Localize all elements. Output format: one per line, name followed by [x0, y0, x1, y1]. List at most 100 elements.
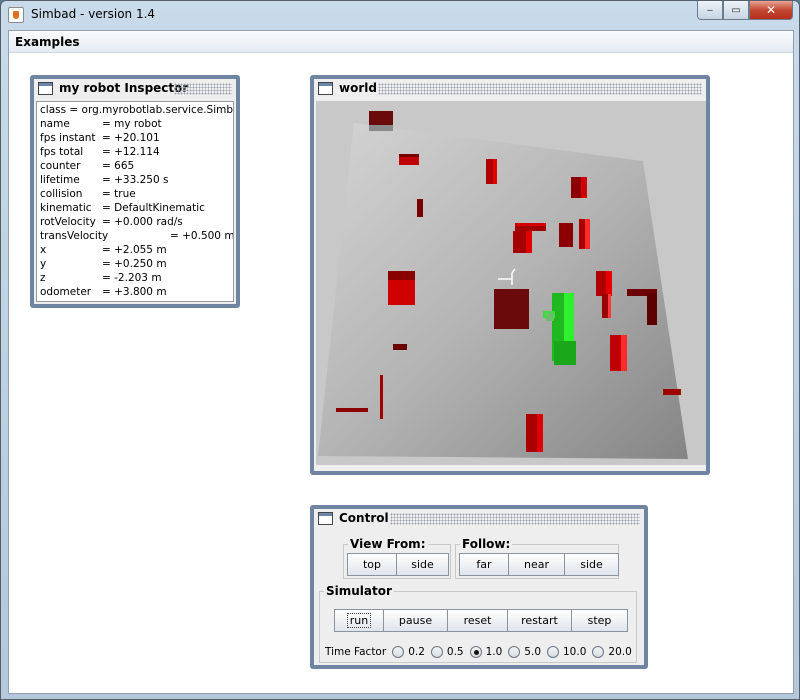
inspector-value: = +0.250 m	[102, 258, 167, 270]
run-label: run	[346, 613, 372, 628]
inspector-row: lifetime = +33.250 s	[40, 173, 230, 187]
inspector-value: = -2.203 m	[102, 272, 162, 284]
radio-icon	[469, 646, 482, 658]
app-client-area: Examples my robot Inspector class = org.…	[8, 30, 794, 694]
time-factor-option-label: 20.0	[608, 646, 632, 658]
inspector-value: = +2.055 m	[102, 244, 167, 256]
world-title: world	[339, 81, 377, 95]
time-factor-radio[interactable]: 0.2	[392, 646, 425, 658]
inspector-table: class = org.myrobotlab.service.Simbad$Mn…	[36, 101, 234, 302]
world-frame: world	[310, 75, 710, 475]
inspector-value: = 665	[102, 160, 135, 172]
time-factor-option-label: 1.0	[485, 646, 503, 658]
inspector-row: transVelocity = +0.500 m/s	[40, 229, 233, 243]
time-factor-radio[interactable]: 5.0	[508, 646, 541, 658]
radio-icon	[547, 646, 559, 658]
inspector-value: = +0.000 rad/s	[102, 216, 183, 228]
inspector-key: counter	[40, 160, 81, 172]
inspector-key: odometer	[40, 286, 92, 298]
inspector-row: counter = 665	[40, 159, 230, 173]
time-factor-radio[interactable]: 20.0	[592, 646, 632, 658]
inspector-row: class = org.myrobotlab.service.Simbad$M	[40, 103, 233, 117]
time-factor-option-label: 10.0	[563, 646, 587, 658]
time-factor-option-label: 0.2	[408, 646, 425, 658]
inspector-frame: my robot Inspector class = org.myrobotla…	[30, 75, 240, 308]
radio-icon	[508, 646, 521, 658]
inspector-row: name = my robot	[40, 117, 230, 131]
close-icon[interactable]: ✕	[749, 1, 793, 20]
follow-label: Follow:	[460, 537, 513, 551]
inspector-titlebar[interactable]: my robot Inspector	[34, 79, 236, 99]
simbad-window: Simbad - version 1.4 ‒ ▭ ✕ Examples my r…	[0, 0, 800, 700]
control-title: Control	[339, 511, 389, 525]
window-titlebar[interactable]: Simbad - version 1.4 ‒ ▭ ✕	[1, 1, 799, 29]
follow-far-button[interactable]: far	[459, 553, 509, 576]
control-frame: Control View From: top side Follow: far …	[310, 505, 648, 669]
inspector-value: = +0.500 m/s	[170, 230, 234, 242]
inspector-key: lifetime	[40, 174, 80, 186]
titlebar-grip	[390, 513, 640, 525]
inspector-key: transVelocity	[40, 230, 109, 242]
inspector-value: = DefaultKinematic	[102, 202, 205, 214]
inspector-row: x = +2.055 m	[40, 243, 230, 257]
inspector-row: kinematic = DefaultKinematic	[40, 201, 230, 215]
follow-group: Follow: far near side	[455, 537, 619, 579]
time-factor-row: Time Factor 0.2 0.5 1.0 5.0 10.0 20.0	[325, 646, 638, 658]
view-from-group: View From: top side	[343, 537, 451, 579]
inspector-value: = true	[102, 188, 136, 200]
frame-window-icon	[318, 512, 333, 525]
frame-window-icon	[38, 82, 53, 95]
inspector-row: collision = true	[40, 187, 230, 201]
inspector-key: y	[40, 258, 47, 270]
world-3d-view[interactable]	[316, 101, 706, 465]
inspector-key: collision	[40, 188, 83, 200]
inspector-row: odometer = +3.800 m	[40, 285, 230, 299]
inspector-key: fps total	[40, 146, 84, 158]
titlebar-grip	[174, 83, 232, 95]
radio-icon	[392, 646, 405, 658]
maximize-icon[interactable]: ▭	[723, 1, 749, 20]
inspector-key: fps instant	[40, 132, 96, 144]
radio-icon	[430, 646, 443, 658]
frame-window-icon	[318, 82, 333, 95]
inspector-row: fps total = +12.114	[40, 145, 230, 159]
view-side-button[interactable]: side	[397, 553, 449, 576]
menu-examples[interactable]: Examples	[15, 35, 80, 49]
control-titlebar[interactable]: Control	[314, 509, 644, 529]
java-app-icon	[8, 7, 24, 23]
view-from-label: View From:	[348, 537, 428, 551]
time-factor-option-label: 0.5	[446, 646, 464, 658]
minimize-icon[interactable]: ‒	[697, 1, 723, 20]
inspector-key: name	[40, 118, 70, 130]
inspector-value: = +20.101	[102, 132, 160, 144]
inspector-key: kinematic	[40, 202, 92, 214]
time-factor-radio[interactable]: 1.0	[469, 646, 503, 658]
reset-button[interactable]: reset	[448, 609, 508, 632]
inspector-value: = +12.114	[102, 146, 160, 158]
view-top-button[interactable]: top	[347, 553, 397, 576]
world-scene	[316, 101, 706, 465]
step-button[interactable]: step	[572, 609, 628, 632]
time-factor-option-label: 5.0	[524, 646, 541, 658]
inspector-key: z	[40, 272, 46, 284]
inspector-key: x	[40, 244, 47, 256]
radio-icon	[592, 646, 605, 658]
inspector-key: rotVelocity	[40, 216, 96, 228]
inspector-title: my robot Inspector	[59, 81, 189, 95]
time-factor-radio[interactable]: 0.5	[430, 646, 464, 658]
inspector-key: class = org.myrobotlab.service.Simbad$M	[40, 104, 234, 116]
follow-side-button[interactable]: side	[565, 553, 619, 576]
inspector-row: fps instant = +20.101	[40, 131, 230, 145]
pause-button[interactable]: pause	[384, 609, 448, 632]
time-factor-label: Time Factor	[325, 646, 387, 658]
world-titlebar[interactable]: world	[314, 79, 706, 99]
menu-bar: Examples	[9, 31, 793, 53]
inspector-row: y = +0.250 m	[40, 257, 230, 271]
inspector-row: z = -2.203 m	[40, 271, 230, 285]
simulator-label: Simulator	[324, 584, 394, 598]
restart-button[interactable]: restart	[508, 609, 572, 632]
inspector-row: rotVelocity = +0.000 rad/s	[40, 215, 230, 229]
follow-near-button[interactable]: near	[509, 553, 565, 576]
run-button[interactable]: run	[334, 609, 384, 632]
time-factor-radio[interactable]: 10.0	[547, 646, 586, 658]
